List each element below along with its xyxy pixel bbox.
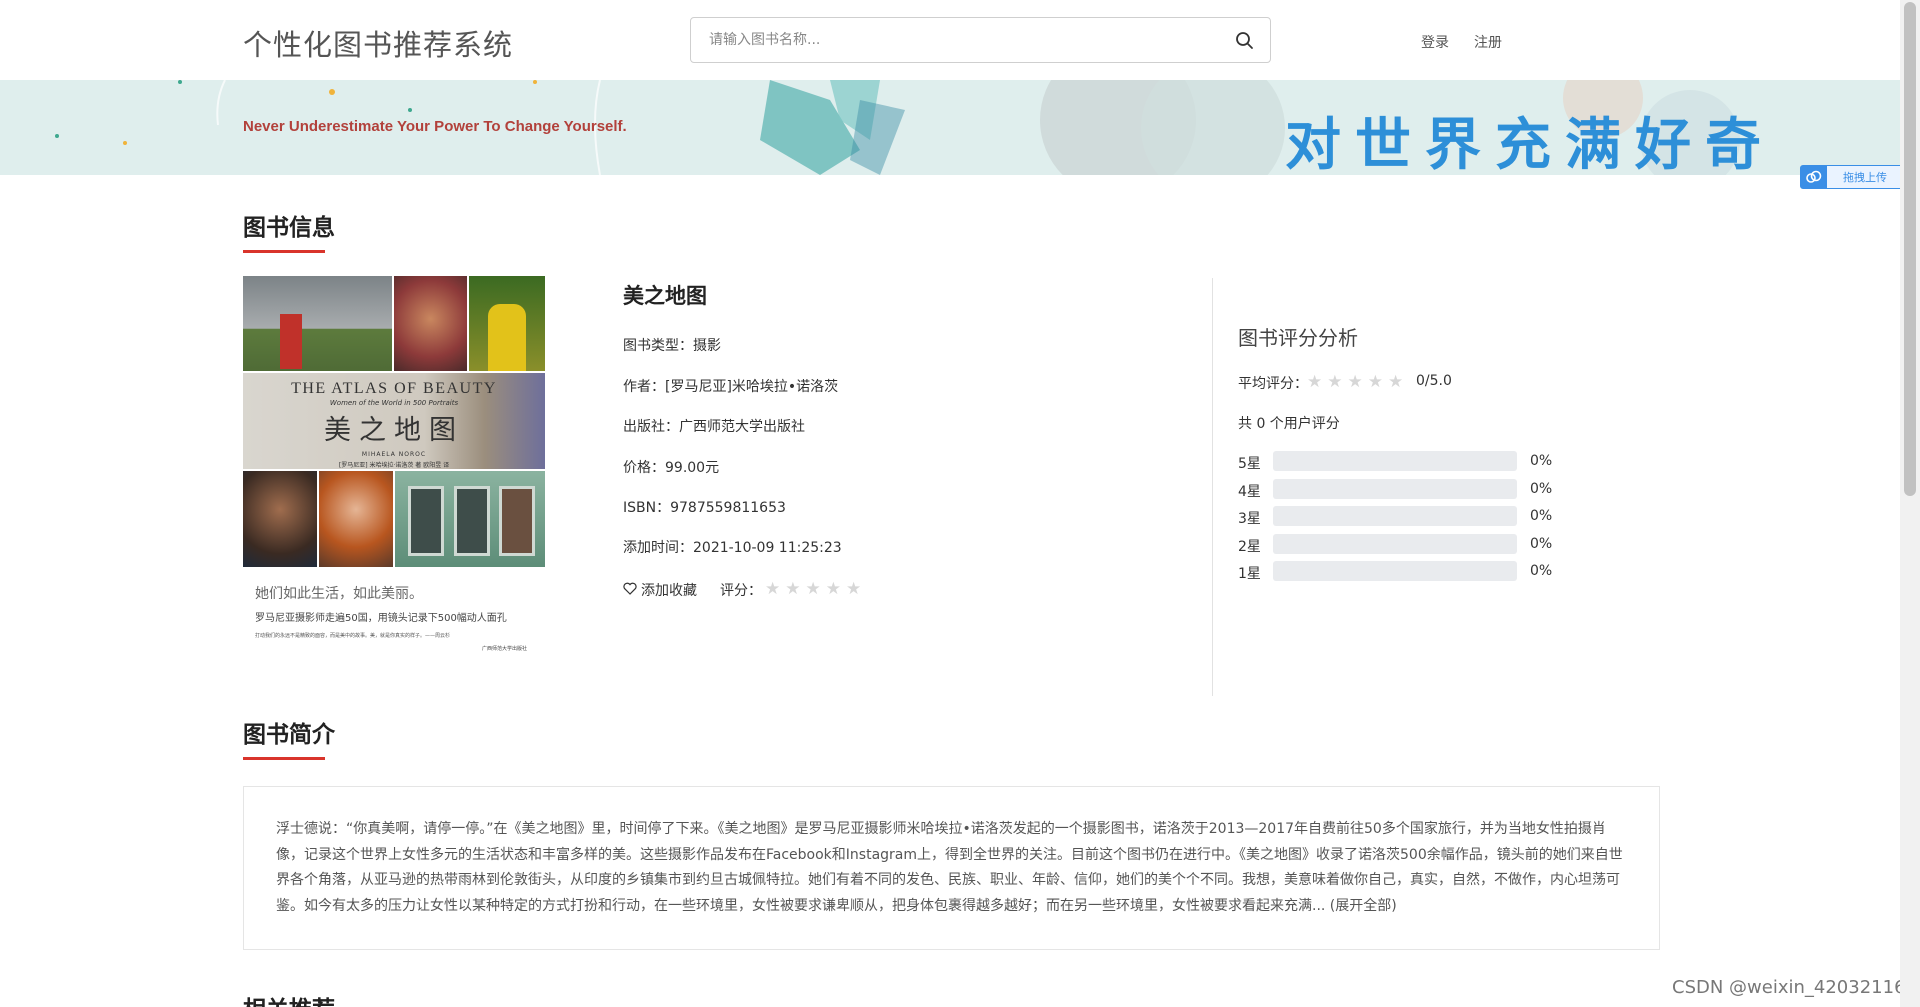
book-description: 浮士德说：“你真美啊，请停一停。”在《美之地图》里，时间停了下来。《美之地图》是… [243,786,1660,950]
cloud-icon [1801,166,1827,188]
book-publisher: 出版社：广西师范大学出版社 [623,419,805,435]
login-link[interactable]: 登录 [1421,32,1449,52]
cover-title-block: THE ATLAS OF BEAUTY Women of the World i… [243,380,545,469]
book-added-time: 添加时间：2021-10-09 11:25:23 [623,540,842,556]
section-title-related: 相关推荐 [243,990,335,1007]
cover-credits: [罗马尼亚] 米哈埃拉·诺洛茨 著 欧阳昱 译 [338,462,450,469]
cover-subtitle-en: Women of the World in 500 Portraits [329,399,459,407]
cover-title-en: THE ATLAS OF BEAUTY [291,380,497,397]
rating-bar-track [1273,534,1517,554]
rating-bar-percent: 0% [1530,481,1553,497]
section-underline [243,250,325,253]
cover-caption: 她们如此生活，如此美丽。 罗马尼亚摄影师走遍50国，用镜头记录下500幅动人面孔… [255,583,545,652]
star-icon: ★ [1307,372,1323,392]
vertical-divider [1212,278,1213,696]
star-icon[interactable]: ★ [846,580,861,598]
rating-bar-percent: 0% [1530,453,1553,469]
section-underline [243,757,325,760]
average-rating-label: 平均评分： [1238,376,1308,392]
rating-bar-row: 3星 0% [1238,506,1568,527]
rating-bar-track [1273,479,1517,499]
rating-bar-row: 4星 0% [1238,479,1568,500]
book-description-text: 浮士德说：“你真美啊，请停一停。”在《美之地图》里，时间停了下来。《美之地图》是… [276,821,1623,914]
rating-bar-label: 3星 [1238,511,1261,527]
cover-photo-window [454,486,490,556]
rating-count: 共 0 个用户评分 [1238,416,1340,432]
add-favorite-button[interactable]: 添加收藏 [623,580,697,600]
cover-photo-window [408,486,444,556]
book-title: 美之地图 [623,284,707,308]
book-cover[interactable]: THE ATLAS OF BEAUTY Women of the World i… [243,276,545,652]
section-title-description: 图书简介 [243,722,335,748]
banner-quote: Never Underestimate Your Power To Change… [243,118,627,135]
drag-upload-label: 拖拽上传 [1843,171,1887,184]
rating-bar-label: 5星 [1238,456,1261,472]
drag-upload-button[interactable]: 拖拽上传 [1800,165,1904,189]
vertical-scrollbar[interactable] [1900,0,1920,1007]
cover-photo-figure [280,314,302,369]
book-author: 作者：[罗马尼亚]米哈埃拉•诺洛茨 [623,379,839,395]
register-link[interactable]: 注册 [1474,32,1502,52]
cover-photo-figure [488,304,526,371]
section-title-book-info: 图书信息 [243,215,335,241]
site-logo[interactable]: 个性化图书推荐系统 [243,22,513,64]
star-icon: ★ [1347,372,1363,392]
cover-photo [243,471,317,567]
rating-bar-track [1273,561,1517,581]
cover-photo [394,276,467,371]
top-navbar: 个性化图书推荐系统 登录 注册 [0,0,1900,80]
cover-photo [243,276,392,371]
star-icon[interactable]: ★ [826,580,841,598]
rating-bar-label: 2星 [1238,539,1261,555]
book-type: 图书类型：摄影 [623,338,721,354]
cover-photo-window [499,486,535,556]
average-rating-stars: ★ ★ ★ ★ ★ [1307,373,1403,391]
hero-banner: Never Underestimate Your Power To Change… [0,80,1900,175]
user-rating-stars[interactable]: ★ ★ ★ ★ ★ [765,580,861,598]
search-icon[interactable] [1234,30,1256,52]
search-box [690,17,1271,63]
cover-caption-2: 罗马尼亚摄影师走遍50国，用镜头记录下500幅动人面孔 [255,613,507,624]
cover-caption-1: 她们如此生活，如此美丽。 [255,586,423,602]
rating-bar-percent: 0% [1530,508,1553,524]
book-isbn: ISBN：9787559811653 [623,500,786,516]
add-favorite-label: 添加收藏 [641,583,697,599]
rating-bar-row: 1星 0% [1238,561,1568,582]
rating-bar-percent: 0% [1530,563,1553,579]
cover-publisher-mark: 广西师范大学出版社 [481,646,527,652]
cover-photo [319,471,393,567]
rating-bar-row: 5星 0% [1238,451,1568,472]
rating-bar-label: 1星 [1238,566,1261,582]
cover-author-en: MIHAELA NOROC [361,451,427,458]
rating-bar-row: 2星 0% [1238,534,1568,555]
star-icon[interactable]: ★ [806,580,821,598]
page: 个性化图书推荐系统 登录 注册 Never U [0,0,1920,1007]
rating-bar-track [1273,451,1517,471]
star-icon: ★ [1388,372,1404,392]
watermark: CSDN @weixin_42032116 [1672,977,1906,998]
star-icon: ★ [1327,372,1343,392]
book-price: 价格：99.00元 [623,460,720,476]
cover-caption-3: 打动我们的永远不是精致的面容，而是美中的故事。美，就是你真实的样子。——周云杉 [255,633,451,639]
rating-analysis-title: 图书评分分析 [1238,326,1358,350]
rating-bar-track [1273,506,1517,526]
star-icon: ★ [1367,372,1383,392]
rating-bar-label: 4星 [1238,484,1261,500]
rating-bar-percent: 0% [1530,536,1553,552]
scrollbar-thumb[interactable] [1904,2,1916,496]
cover-title-cn: 美之地图 [324,415,464,446]
rate-label: 评分： [720,583,762,599]
average-rating-value: 0/5.0 [1416,373,1452,389]
star-icon[interactable]: ★ [765,580,780,598]
search-input[interactable] [709,28,1189,52]
banner-slogan: 对世界充满好奇 [1285,113,1775,176]
star-icon[interactable]: ★ [785,580,800,598]
heart-icon [623,582,637,599]
